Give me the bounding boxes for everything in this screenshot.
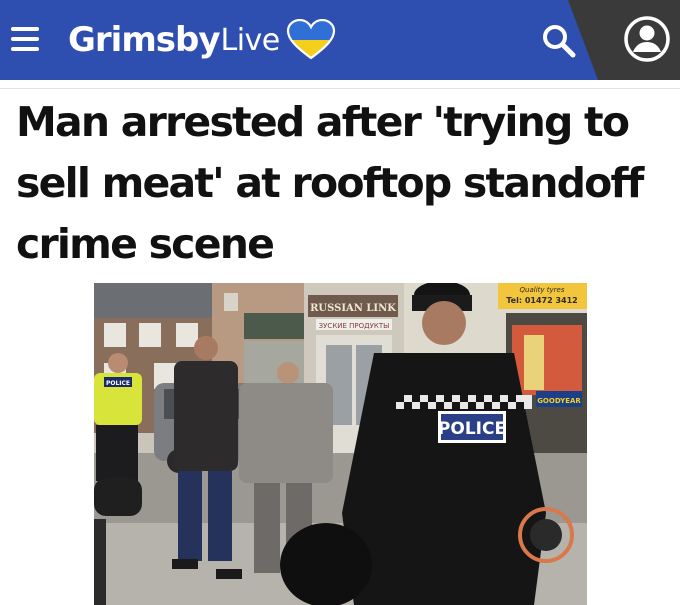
- brand-name-bold: Grimsby: [68, 20, 220, 60]
- police-jacket-label: POLICE: [438, 419, 506, 439]
- shop-subsign: ЗУСКИЕ ПРОДУКТЫ: [319, 322, 390, 330]
- quality-sign: Quality tyres: [520, 286, 565, 294]
- tel-sign: Tel: 01472 3412: [506, 296, 577, 305]
- brand-name-light: Live: [220, 22, 281, 58]
- header-rule: [0, 88, 680, 89]
- tyre-brand-sign: GOODYEAR: [537, 397, 581, 405]
- account-icon[interactable]: [622, 14, 672, 64]
- menu-icon: [11, 27, 39, 31]
- article-photo-illustration: RUSSIAN LINK ЗУСКИЕ ПРОДУКТЫ Quality tyr…: [94, 283, 587, 605]
- hi-vis-label: POLICE: [106, 380, 130, 387]
- menu-button[interactable]: [8, 25, 42, 53]
- site-logo[interactable]: Grimsby Live: [68, 12, 336, 68]
- heart-logo-icon: [286, 19, 335, 60]
- search-icon[interactable]: [540, 22, 578, 60]
- article-headline: Man arrested after 'trying to sell meat'…: [16, 98, 644, 268]
- site-header: Grimsby Live: [0, 0, 680, 80]
- shop-sign: RUSSIAN LINK: [310, 303, 396, 314]
- article-photo[interactable]: RUSSIAN LINK ЗУСКИЕ ПРОДУКТЫ Quality tyr…: [94, 283, 587, 605]
